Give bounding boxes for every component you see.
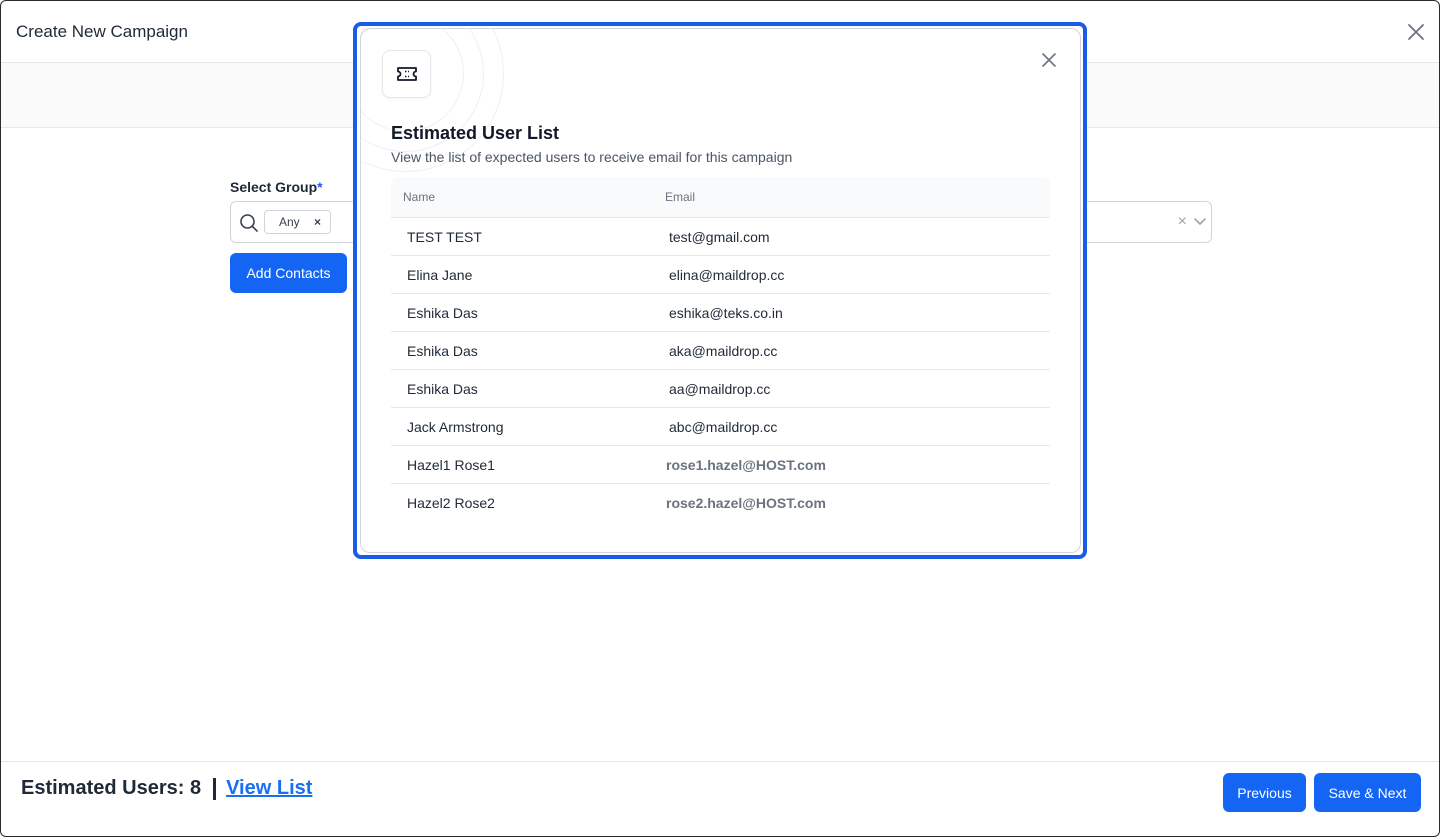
select-group-label-text: Select Group: [230, 179, 318, 195]
table-header: Name Email: [391, 177, 1050, 218]
cell-name: Jack Armstrong: [407, 418, 504, 435]
chip-remove-icon[interactable]: ×: [314, 215, 321, 229]
user-table: Name Email TEST TEST test@gmail.com Elin…: [391, 177, 1050, 522]
add-contacts-button[interactable]: Add Contacts: [230, 253, 347, 293]
modal-title: Estimated User List: [391, 123, 560, 143]
cell-name: TEST TEST: [407, 228, 482, 245]
modal-subtitle: View the list of expected users to recei…: [391, 149, 793, 165]
dialog-close-icon[interactable]: [1403, 19, 1429, 45]
cell-email: eshika@teks.co.in: [669, 304, 783, 321]
cell-name: Eshika Das: [407, 304, 478, 321]
cell-name: Eshika Das: [407, 380, 478, 397]
estimated-users-count: Estimated Users: 8: [21, 777, 202, 799]
estimated-users: Estimated Users: 8 View List: [21, 777, 312, 800]
cell-name: Elina Jane: [407, 266, 473, 283]
table-row: TEST TEST test@gmail.com: [391, 218, 1050, 256]
save-next-button[interactable]: Save & Next: [1314, 773, 1421, 812]
clear-selection-icon[interactable]: ×: [1178, 213, 1187, 231]
search-icon: [239, 213, 259, 238]
table-row: Elina Jane elina@maildrop.cc: [391, 256, 1050, 294]
previous-button[interactable]: Previous: [1223, 773, 1306, 812]
dialog-title: Create New Campaign: [16, 21, 188, 41]
cell-name: Eshika Das: [407, 342, 478, 359]
cell-email: rose1.hazel@HOST.com: [666, 456, 826, 473]
cell-email: abc@maildrop.cc: [669, 418, 778, 435]
column-header-email: Email: [665, 190, 696, 204]
group-chip: Any ×: [264, 210, 331, 234]
group-chip-label: Any: [279, 215, 300, 229]
table-row: Hazel1 Rose1 rose1.hazel@HOST.com: [391, 446, 1050, 484]
ticket-icon: [382, 50, 431, 98]
cell-email: rose2.hazel@HOST.com: [666, 495, 826, 511]
cell-email: aa@maildrop.cc: [669, 380, 771, 397]
table-row: Jack Armstrong abc@maildrop.cc: [391, 408, 1050, 446]
cell-email: test@gmail.com: [669, 228, 770, 245]
estimated-user-list-modal: Estimated User List View the list of exp…: [360, 28, 1081, 553]
cell-email: aka@maildrop.cc: [669, 342, 778, 359]
dialog-footer: Estimated Users: 8 View List Previous Sa…: [1, 761, 1439, 836]
table-row: Hazel2 Rose2 rose2.hazel@HOST.com: [391, 484, 1050, 522]
table-row: Eshika Das aka@maildrop.cc: [391, 332, 1050, 370]
modal-close-icon[interactable]: [1038, 49, 1060, 71]
required-mark: *: [317, 179, 323, 195]
select-group-label: Select Group*: [230, 179, 323, 195]
view-list-link[interactable]: View List: [226, 777, 312, 800]
cell-email: elina@maildrop.cc: [669, 266, 785, 283]
cell-name: Hazel2 Rose2: [407, 495, 495, 511]
cell-name: Hazel1 Rose1: [407, 456, 495, 473]
table-row: Eshika Das aa@maildrop.cc: [391, 370, 1050, 408]
separator: [213, 777, 217, 800]
table-row: Eshika Das eshika@teks.co.in: [391, 294, 1050, 332]
chevron-down-icon[interactable]: [1193, 214, 1207, 233]
column-header-name: Name: [403, 190, 436, 204]
